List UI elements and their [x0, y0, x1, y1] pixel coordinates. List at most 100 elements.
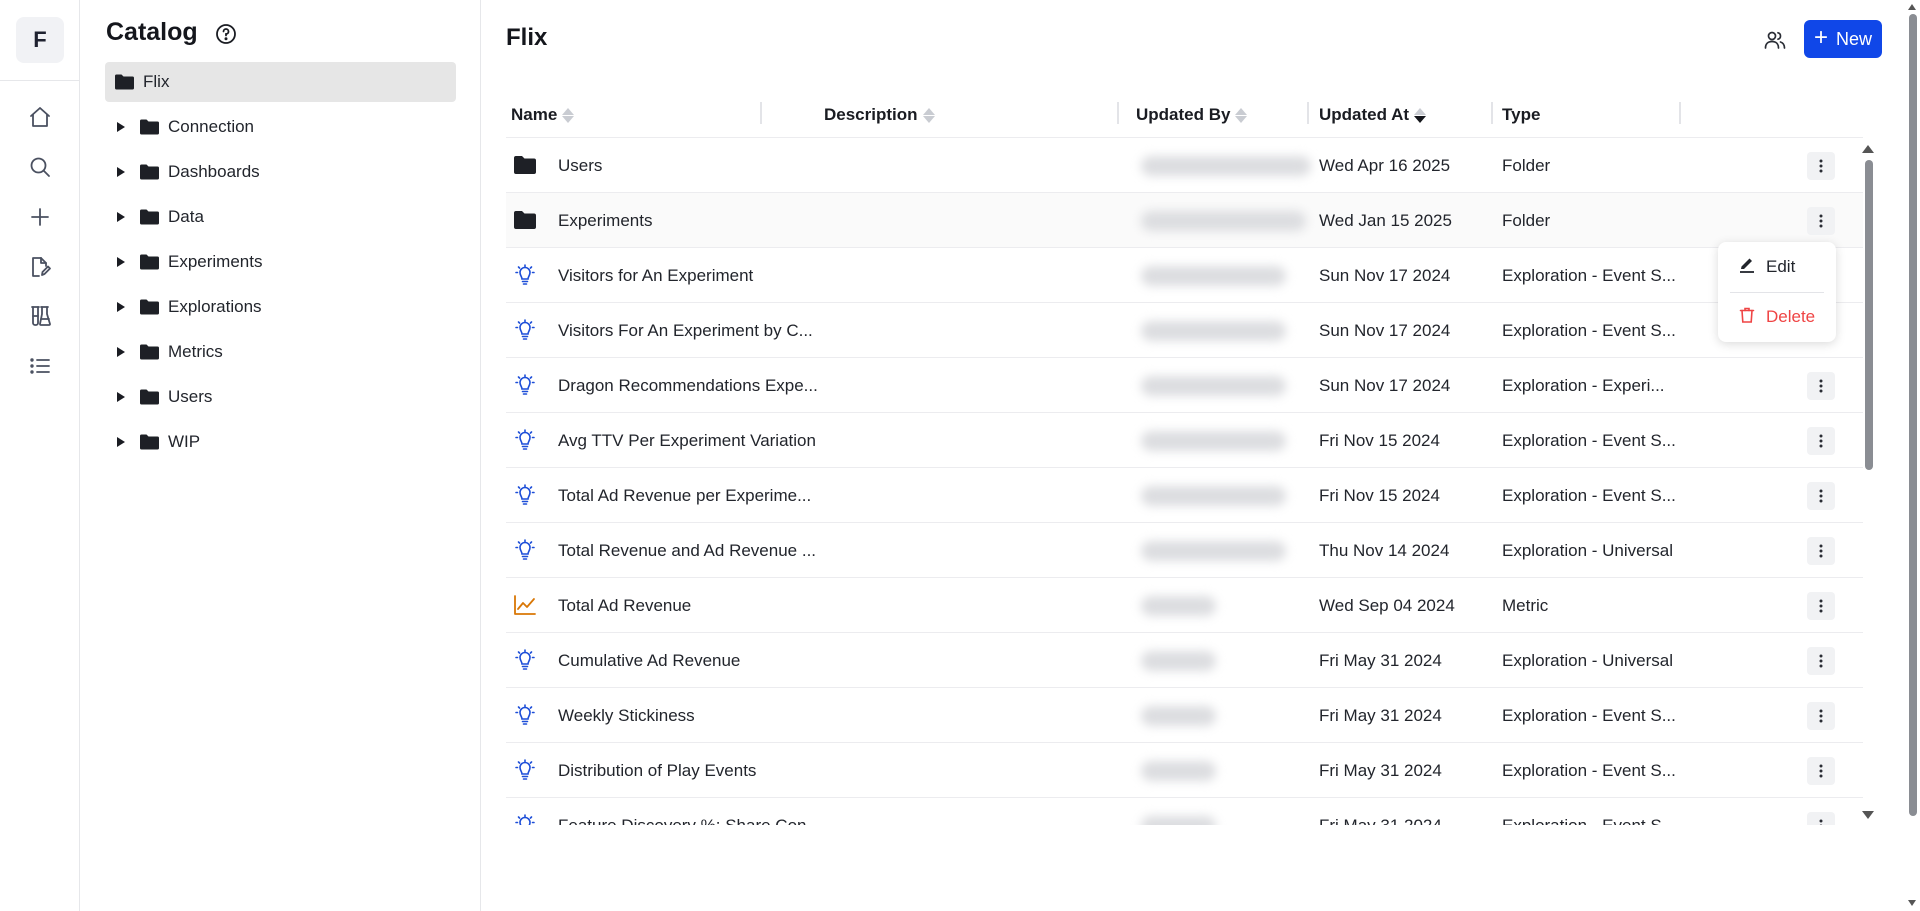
- exploration-bulb-icon: [513, 264, 537, 286]
- sort-desc-icon[interactable]: [1414, 107, 1427, 123]
- scroll-up-arrow[interactable]: [1862, 145, 1874, 153]
- row-name[interactable]: Visitors For An Experiment by C...: [558, 303, 813, 358]
- row-name[interactable]: Cumulative Ad Revenue: [558, 633, 740, 688]
- page-scrollbar[interactable]: [1905, 0, 1920, 911]
- plus-icon[interactable]: [26, 203, 54, 231]
- table-row[interactable]: Visitors For An Experiment by C... Sun No…: [506, 303, 1863, 358]
- delete-label: Delete: [1766, 307, 1816, 326]
- row-name[interactable]: Feature Discovery %: Share Con...: [558, 798, 821, 826]
- row-name[interactable]: Visitors for An Experiment: [558, 248, 753, 303]
- caret-right-icon[interactable]: [116, 347, 126, 357]
- table-row[interactable]: Users Wed Apr 16 2025 Folder: [506, 138, 1863, 193]
- row-more-actions-icon[interactable]: [1807, 592, 1835, 620]
- page-scroll-up-arrow[interactable]: [1908, 4, 1916, 10]
- tree-item-metrics[interactable]: Metrics: [116, 332, 223, 372]
- tree-item-users[interactable]: Users: [116, 377, 212, 417]
- column-resizer[interactable]: [1307, 102, 1309, 124]
- row-more-actions-icon[interactable]: [1807, 207, 1835, 235]
- table-row[interactable]: Distribution of Play Events Fri May 31 20…: [506, 743, 1863, 798]
- row-updated-by-redacted: [1141, 816, 1216, 825]
- edit-menu-item[interactable]: Edit: [1738, 254, 1795, 280]
- page-scrollbar-thumb[interactable]: [1909, 14, 1917, 816]
- row-more-actions-icon[interactable]: [1807, 152, 1835, 180]
- table-row[interactable]: Feature Discovery %: Share Con... Fri May…: [506, 798, 1863, 825]
- row-more-actions-icon[interactable]: [1807, 427, 1835, 455]
- column-header-label: Type: [1502, 105, 1541, 124]
- caret-right-icon[interactable]: [116, 167, 126, 177]
- search-icon[interactable]: [26, 153, 54, 181]
- delete-menu-item[interactable]: Delete: [1738, 304, 1815, 330]
- workspace-logo[interactable]: F: [16, 17, 64, 63]
- row-more-actions-icon[interactable]: [1807, 757, 1835, 785]
- row-name[interactable]: Total Ad Revenue per Experime...: [558, 468, 811, 523]
- tree-item-wip[interactable]: WIP: [116, 422, 200, 462]
- table-scrollbar-thumb[interactable]: [1865, 160, 1873, 470]
- row-name[interactable]: Users: [558, 138, 602, 193]
- caret-right-icon[interactable]: [116, 437, 126, 447]
- table-row[interactable]: Weekly Stickiness Fri May 31 2024 Explorat…: [506, 688, 1863, 743]
- caret-right-icon[interactable]: [116, 257, 126, 267]
- row-type: Exploration - Universal: [1502, 540, 1674, 560]
- tree-item-explorations[interactable]: Explorations: [116, 287, 262, 327]
- table-row[interactable]: Total Ad Revenue per Experime... Fri Nov …: [506, 468, 1863, 523]
- column-header-updated-by[interactable]: Updated By: [1136, 103, 1248, 127]
- row-more-actions-icon[interactable]: [1807, 537, 1835, 565]
- row-updated-at: Fri May 31 2024: [1319, 760, 1442, 780]
- row-more-actions-icon[interactable]: [1807, 812, 1835, 825]
- column-header-name[interactable]: Name: [511, 103, 575, 127]
- caret-right-icon[interactable]: [116, 302, 126, 312]
- table-row[interactable]: Experiments Wed Jan 15 2025 Folder: [506, 193, 1863, 248]
- row-name[interactable]: Experiments: [558, 193, 652, 248]
- row-name[interactable]: Distribution of Play Events: [558, 743, 756, 798]
- row-more-actions-icon[interactable]: [1807, 702, 1835, 730]
- sort-icon[interactable]: [562, 107, 575, 123]
- page-scroll-down-arrow[interactable]: [1908, 900, 1916, 906]
- column-header-updated-at[interactable]: Updated At: [1319, 103, 1427, 127]
- row-updated-at: Fri Nov 15 2024: [1319, 430, 1440, 450]
- table-row[interactable]: Total Ad Revenue Wed Sep 04 2024 Metric: [506, 578, 1863, 633]
- new-button[interactable]: + New: [1804, 20, 1882, 58]
- row-more-actions-icon[interactable]: [1807, 482, 1835, 510]
- experiment-flask-icon[interactable]: [26, 302, 54, 330]
- exploration-bulb-icon: [513, 649, 537, 671]
- caret-right-icon[interactable]: [116, 212, 126, 222]
- scroll-down-arrow[interactable]: [1862, 811, 1874, 819]
- row-name[interactable]: Total Ad Revenue: [558, 578, 691, 633]
- column-resizer[interactable]: [1117, 102, 1119, 124]
- table-row[interactable]: Visitors for An Experiment Sun Nov 17 202…: [506, 248, 1863, 303]
- row-name[interactable]: Total Revenue and Ad Revenue ...: [558, 523, 816, 578]
- help-icon[interactable]: [214, 22, 238, 46]
- table-row[interactable]: Dragon Recommendations Expe... Sun Nov 17…: [506, 358, 1863, 413]
- catalog-title: Catalog: [106, 18, 198, 46]
- row-name[interactable]: Dragon Recommendations Expe...: [558, 358, 818, 413]
- column-resizer[interactable]: [1679, 102, 1681, 124]
- tree-item-experiments[interactable]: Experiments: [116, 242, 262, 282]
- tree-root-label: Flix: [143, 72, 170, 91]
- home-icon[interactable]: [26, 103, 54, 131]
- column-header-type[interactable]: Type: [1502, 103, 1540, 127]
- column-header-description[interactable]: Description: [824, 103, 935, 127]
- sort-icon[interactable]: [1235, 107, 1248, 123]
- row-more-actions-icon[interactable]: [1807, 647, 1835, 675]
- list-icon[interactable]: [26, 352, 54, 380]
- sort-icon[interactable]: [922, 107, 935, 123]
- row-name[interactable]: Avg TTV Per Experiment Variation: [558, 413, 816, 468]
- tree-item-dashboards[interactable]: Dashboards: [116, 152, 260, 192]
- caret-right-icon[interactable]: [116, 392, 126, 402]
- row-more-actions-icon[interactable]: [1807, 372, 1835, 400]
- tree-item-label: Users: [168, 387, 213, 406]
- tree-item-data[interactable]: Data: [116, 197, 204, 237]
- table-row[interactable]: Cumulative Ad Revenue Fri May 31 2024 Expl…: [506, 633, 1863, 688]
- tree-root-flix[interactable]: Flix: [105, 62, 456, 102]
- share-users-icon[interactable]: [1763, 28, 1787, 52]
- row-updated-by-redacted: [1141, 706, 1216, 726]
- table-row[interactable]: Avg TTV Per Experiment Variation Fri Nov …: [506, 413, 1863, 468]
- tree-item-connection[interactable]: Connection: [116, 107, 254, 147]
- tree-item-label: Explorations: [168, 297, 262, 316]
- column-resizer[interactable]: [760, 102, 762, 124]
- edit-document-icon[interactable]: [26, 253, 54, 281]
- column-resizer[interactable]: [1491, 102, 1493, 124]
- row-name[interactable]: Weekly Stickiness: [558, 688, 695, 743]
- table-row[interactable]: Total Revenue and Ad Revenue ... Thu Nov …: [506, 523, 1863, 578]
- caret-right-icon[interactable]: [116, 122, 126, 132]
